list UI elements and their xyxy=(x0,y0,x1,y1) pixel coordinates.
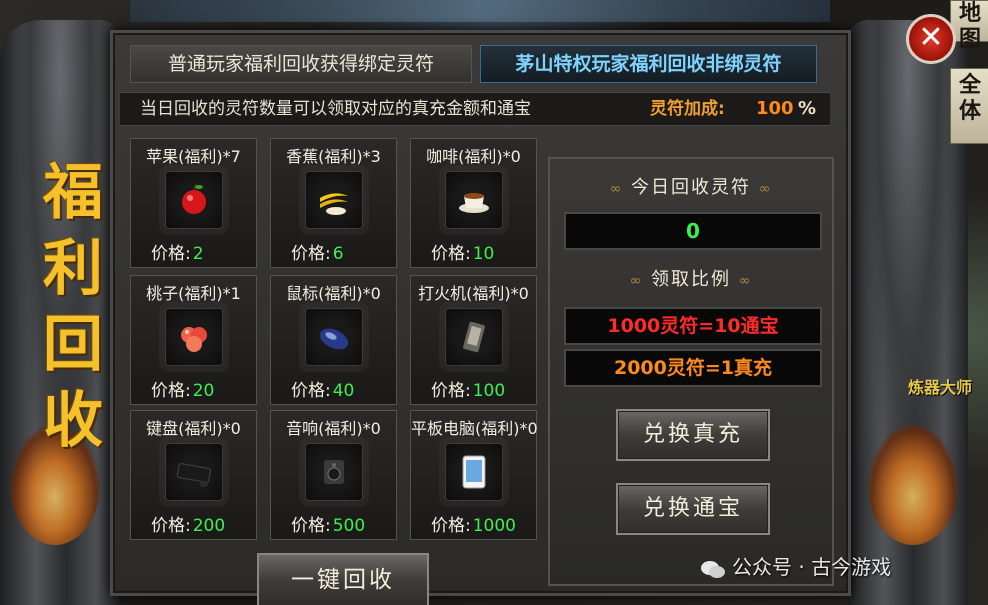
price-value: 6 xyxy=(332,244,344,264)
ornament-icon: ∞ xyxy=(609,181,624,197)
title-char: 利 xyxy=(43,234,103,304)
price-label: 价格: xyxy=(291,516,331,536)
item-name: 鼠标(福利)*0 xyxy=(286,284,381,303)
item-name: 苹果(福利)*7 xyxy=(146,147,241,166)
item-slot[interactable] xyxy=(305,171,363,229)
price-label: 价格: xyxy=(431,381,471,401)
item-slot[interactable] xyxy=(165,443,223,501)
exchange-panel: ∞ 今日回收灵符 ∞ 0 ∞ 领取比例 ∞ 1000灵符=10通宝 2000灵符… xyxy=(548,157,834,586)
item-name: 香蕉(福利)*3 xyxy=(286,147,381,166)
item-name: 键盘(福利)*0 xyxy=(146,419,241,438)
item-cell-lighter[interactable]: 打火机(福利)*0 价格: 100 xyxy=(410,275,537,405)
price-label: 价格: xyxy=(151,244,191,264)
background-scenery-top xyxy=(130,0,830,22)
price-value: 20 xyxy=(192,381,215,401)
price-label: 价格: xyxy=(291,381,331,401)
title-char: 回 xyxy=(43,310,103,380)
item-name: 平板电脑(福利)*0 xyxy=(411,419,538,438)
item-name: 音响(福利)*0 xyxy=(286,419,381,438)
game-scene: 地图 全体 炼器大师 ✕ 普通玩家福利回收获得绑定灵符 茅山特权玩家福利回收非绑… xyxy=(0,0,988,605)
npc-name-label[interactable]: 炼器大师 xyxy=(908,374,972,398)
today-recycle-title: ∞ 今日回收灵符 ∞ xyxy=(550,173,832,199)
item-slot[interactable] xyxy=(445,171,503,229)
ornament-icon: ∞ xyxy=(629,273,644,289)
panel-title-vertical: 福 利 回 收 xyxy=(38,155,108,459)
price-value: 1000 xyxy=(472,516,516,536)
title-char: 收 xyxy=(43,386,103,456)
price-value: 10 xyxy=(472,244,495,264)
mouse-icon xyxy=(319,328,349,350)
item-slot[interactable] xyxy=(445,308,503,366)
lighter-icon xyxy=(463,321,485,353)
exchange-tongbao-button[interactable]: 兑换通宝 xyxy=(616,483,770,535)
one-key-recycle-button[interactable]: 一键回收 xyxy=(257,553,429,605)
speaker-icon xyxy=(324,460,344,484)
item-slot[interactable] xyxy=(445,443,503,501)
item-slot[interactable] xyxy=(165,308,223,366)
peach-icon xyxy=(181,327,207,352)
price-value: 2 xyxy=(192,244,204,264)
wechat-icon xyxy=(701,560,725,578)
bonus-percent-sign: % xyxy=(798,98,817,119)
price-label: 价格: xyxy=(151,516,191,536)
notice-text: 当日回收的灵符数量可以领取对应的真充金额和通宝 xyxy=(140,99,531,119)
item-name: 打火机(福利)*0 xyxy=(418,284,529,303)
tablet-icon xyxy=(462,455,486,489)
price-value: 100 xyxy=(472,381,506,401)
coffee-icon xyxy=(459,193,489,213)
ornament-icon: ∞ xyxy=(758,181,773,197)
bonus-label: 灵符加成: xyxy=(650,99,725,119)
item-cell-speaker[interactable]: 音响(福利)*0 价格: 500 xyxy=(270,410,397,540)
apple-icon xyxy=(182,183,206,214)
ratio-tongbao: 1000灵符=10通宝 xyxy=(564,307,822,345)
item-slot[interactable] xyxy=(305,308,363,366)
brazier-flame-right xyxy=(868,425,958,545)
item-name: 桃子(福利)*1 xyxy=(146,284,241,303)
price-value: 500 xyxy=(332,516,366,536)
tab-vip-player[interactable]: 茅山特权玩家福利回收非绑灵符 xyxy=(480,45,817,83)
ornament-icon: ∞ xyxy=(738,273,753,289)
side-tab-all[interactable]: 全体 xyxy=(950,68,988,144)
item-slot[interactable] xyxy=(305,443,363,501)
item-cell-tablet[interactable]: 平板电脑(福利)*0 价格: 1000 xyxy=(410,410,538,540)
ratio-recharge: 2000灵符=1真充 xyxy=(564,349,822,387)
price-value: 200 xyxy=(192,516,226,536)
watermark-text: 公众号 · 古今游戏 xyxy=(732,555,892,579)
watermark: 公众号 · 古今游戏 xyxy=(700,552,891,582)
ratio-title: ∞ 领取比例 ∞ xyxy=(550,265,832,291)
notice-bar: 当日回收的灵符数量可以领取对应的真充金额和通宝 灵符加成: 100 % xyxy=(120,92,830,126)
price-label: 价格: xyxy=(151,381,191,401)
item-cell-coffee[interactable]: 咖啡(福利)*0 价格: 10 xyxy=(410,138,537,268)
item-grid: 苹果(福利)*7 价格: 2 香蕉(福利)*3 价格: 6 咖啡(福利)*0 价… xyxy=(130,138,550,540)
title-char: 福 xyxy=(43,158,103,228)
ratio-title-text: 领取比例 xyxy=(651,269,731,290)
price-label: 价格: xyxy=(431,516,471,536)
banana-icon xyxy=(320,193,348,215)
item-cell-keyboard[interactable]: 键盘(福利)*0 价格: 200 xyxy=(130,410,257,540)
today-recycle-title-text: 今日回收灵符 xyxy=(631,177,751,198)
bonus-value: 100 xyxy=(756,98,794,119)
price-value: 40 xyxy=(332,381,355,401)
item-cell-peach[interactable]: 桃子(福利)*1 价格: 20 xyxy=(130,275,257,405)
recycle-tabs: 普通玩家福利回收获得绑定灵符 茅山特权玩家福利回收非绑灵符 xyxy=(130,45,820,83)
item-cell-banana[interactable]: 香蕉(福利)*3 价格: 6 xyxy=(270,138,397,268)
item-name: 咖啡(福利)*0 xyxy=(426,147,521,166)
close-button[interactable]: ✕ xyxy=(906,14,956,64)
keyboard-icon xyxy=(176,463,211,487)
item-cell-apple[interactable]: 苹果(福利)*7 价格: 2 xyxy=(130,138,257,268)
item-slot[interactable] xyxy=(165,171,223,229)
price-label: 价格: xyxy=(291,244,331,264)
price-label: 价格: xyxy=(431,244,471,264)
today-recycle-value: 0 xyxy=(564,212,822,250)
exchange-recharge-button[interactable]: 兑换真充 xyxy=(616,409,770,461)
tab-normal-player[interactable]: 普通玩家福利回收获得绑定灵符 xyxy=(130,45,472,83)
item-cell-mouse[interactable]: 鼠标(福利)*0 价格: 40 xyxy=(270,275,397,405)
